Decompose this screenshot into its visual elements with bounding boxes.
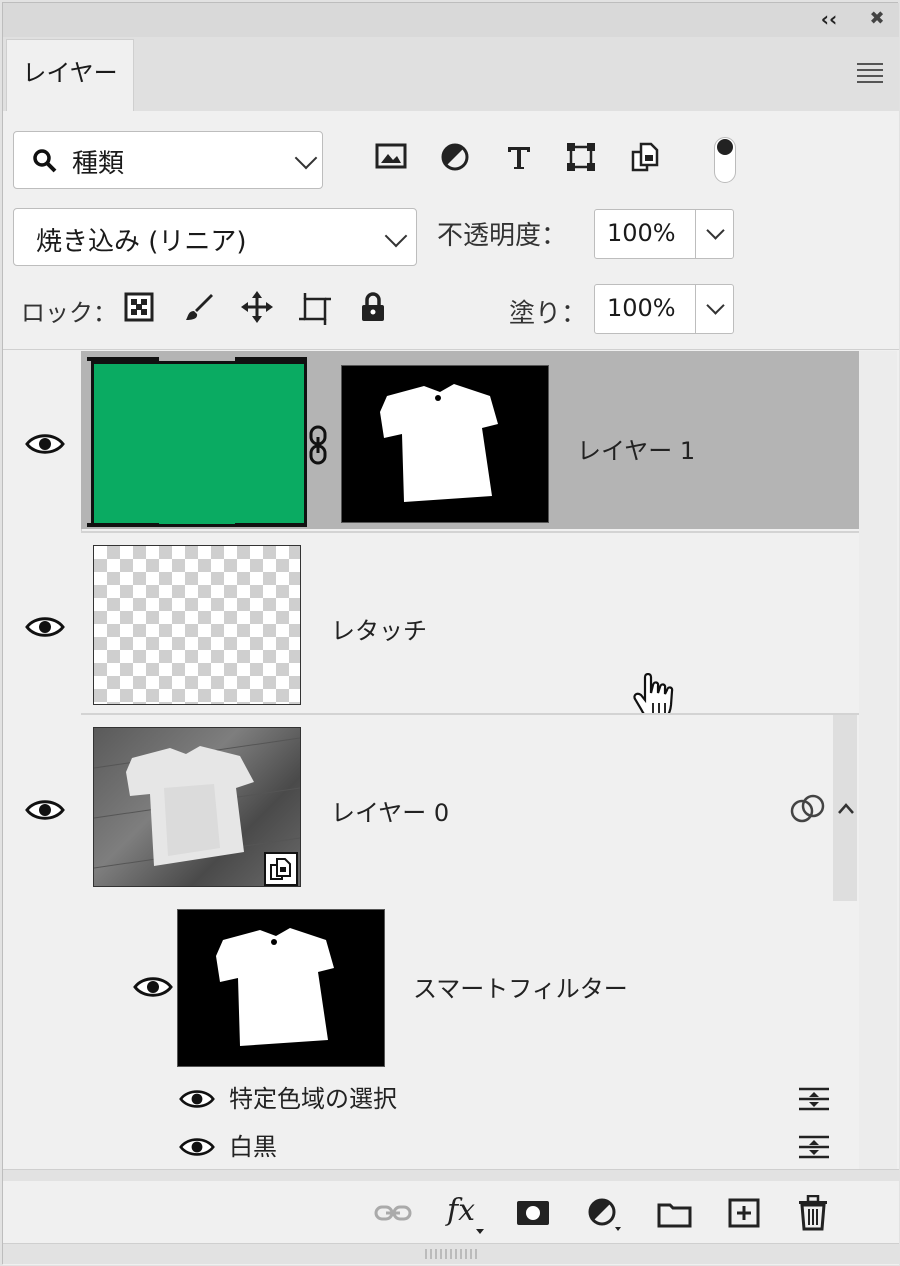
filter-toggle-switch[interactable] [714,137,736,183]
eye-icon[interactable] [179,1135,215,1159]
search-icon [33,149,57,173]
selection-bracket [235,357,307,361]
filter-blending-options-icon[interactable] [797,1133,831,1161]
opacity-value[interactable]: 100% [607,219,676,247]
smart-filters-label[interactable]: スマートフィルター [413,969,628,1004]
transparent-layer-thumbnail[interactable] [93,545,301,705]
lock-image-pixels-icon[interactable] [181,289,217,325]
smart-filter-indicator-icon[interactable] [789,793,827,825]
smart-object-badge-icon [264,852,298,886]
tab-layers[interactable]: レイヤー [6,39,134,111]
image-filter-icon[interactable] [373,139,409,175]
layer-name[interactable]: レタッチ [331,611,427,646]
type-filter-icon[interactable] [501,139,537,175]
tshirt-mask-shape [216,928,334,1046]
selection-bracket [87,357,159,361]
divider [695,210,696,258]
divider [3,349,899,350]
adjustment-filter-icon[interactable] [437,139,473,175]
layers-panel: ‹‹ ✖ レイヤー 種類 焼き込み (リニア) 不透明度： 100% ロック： … [2,2,899,1265]
panel-menu-icon[interactable] [857,63,883,83]
new-group-icon[interactable] [657,1199,693,1229]
layer-name[interactable]: レイヤー 1 [577,431,695,466]
chevron-down-icon [294,146,318,170]
eye-icon[interactable] [179,1087,215,1111]
shape-filter-icon[interactable] [563,139,599,175]
tshirt-mask-shape [380,384,498,502]
eye-icon[interactable] [25,431,65,457]
lock-transparent-pixels-icon[interactable] [121,289,157,325]
lock-artboard-icon[interactable] [297,291,333,327]
fx-icon[interactable]: fx [447,1193,475,1228]
collapse-icon[interactable]: ‹‹ [817,7,841,31]
opacity-field[interactable]: 100% [594,209,734,259]
blend-mode-select[interactable]: 焼き込み (リニア) [13,208,417,266]
add-mask-icon[interactable] [515,1199,551,1227]
selection-bracket [87,523,159,527]
chevron-down-icon [384,224,408,248]
filter-item-name[interactable]: 特定色域の選択 [229,1079,397,1114]
fill-field[interactable]: 100% [594,284,734,334]
panel-title-bar [3,3,899,38]
resize-grip-icon[interactable] [425,1249,477,1259]
layer-name[interactable]: レイヤー 0 [331,793,449,828]
fill-layer-thumbnail[interactable] [91,361,307,527]
opacity-label: 不透明度： [437,221,568,251]
smart-filter-mask-thumbnail[interactable] [177,909,385,1067]
link-layers-icon[interactable] [373,1199,413,1227]
new-layer-icon[interactable] [727,1197,761,1229]
selection-bracket [235,523,307,527]
fill-chevron-down-icon[interactable] [706,296,725,315]
fill-label: 塗り： [509,299,588,329]
adjustment-layer-icon[interactable] [587,1197,623,1233]
blend-mode-label: 焼き込み (リニア) [36,227,247,257]
dropdown-caret-icon [476,1229,484,1234]
eye-icon[interactable] [25,797,65,823]
filter-kind-label: 種類 [72,149,125,179]
delete-layer-icon[interactable] [797,1195,829,1231]
toggle-knob [717,139,733,155]
lock-position-icon[interactable] [239,289,275,325]
chevron-up-icon[interactable] [837,801,855,815]
close-icon[interactable]: ✖ [865,7,889,31]
lock-all-icon[interactable] [355,289,391,325]
eye-icon[interactable] [25,614,65,640]
fill-value[interactable]: 100% [607,294,676,322]
layer-mask-thumbnail[interactable] [341,365,549,523]
layers-scrollbar[interactable] [859,351,897,1169]
opacity-chevron-down-icon[interactable] [706,221,725,240]
photo-layer-thumbnail[interactable] [93,727,301,887]
mask-link-icon[interactable] [307,425,329,465]
lock-label: ロック： [21,299,117,327]
smart-object-filter-icon[interactable] [627,139,663,175]
tab-row [3,37,899,112]
divider [695,285,696,333]
filter-kind-select[interactable]: 種類 [13,131,323,189]
eye-icon[interactable] [133,974,173,1000]
visibility-column [3,351,82,1169]
filter-blending-options-icon[interactable] [797,1085,831,1113]
filter-item-name[interactable]: 白黒 [229,1127,277,1162]
